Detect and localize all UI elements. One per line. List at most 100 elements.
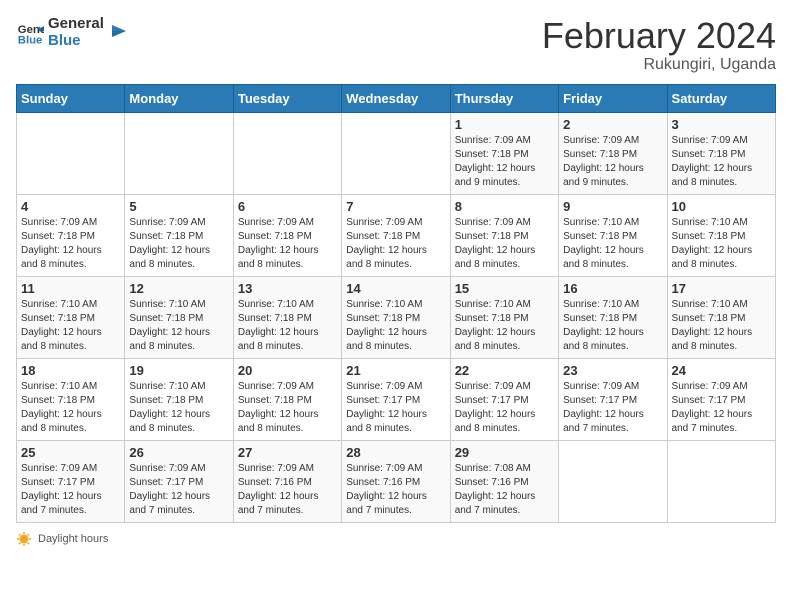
calendar-cell: 12 Sunrise: 7:10 AM Sunset: 7:18 PM Dayli… (125, 276, 233, 358)
day-info: Sunrise: 7:10 AM Sunset: 7:18 PM Dayligh… (672, 216, 771, 272)
day-number: 3 (672, 117, 771, 132)
calendar-cell: 29 Sunrise: 7:08 AM Sunset: 7:16 PM Dayli… (450, 440, 558, 522)
calendar-cell: 24 Sunrise: 7:09 AM Sunset: 7:17 PM Dayli… (667, 358, 775, 440)
calendar-day-header: Saturday (667, 84, 775, 112)
calendar-cell: 22 Sunrise: 7:09 AM Sunset: 7:17 PM Dayli… (450, 358, 558, 440)
calendar-cell: 28 Sunrise: 7:09 AM Sunset: 7:16 PM Dayli… (342, 440, 450, 522)
subtitle: Rukungiri, Uganda (542, 56, 776, 74)
day-info: Sunrise: 7:10 AM Sunset: 7:18 PM Dayligh… (238, 298, 337, 354)
calendar-week-row: 25 Sunrise: 7:09 AM Sunset: 7:17 PM Dayli… (17, 440, 776, 522)
day-number: 9 (563, 199, 662, 214)
day-info: Sunrise: 7:09 AM Sunset: 7:17 PM Dayligh… (21, 462, 120, 518)
calendar-cell: 4Sunrise: 7:09 AM Sunset: 7:18 PM Daylig… (17, 194, 125, 276)
calendar-cell: 3 Sunrise: 7:09 AM Sunset: 7:18 PM Daylig… (667, 112, 775, 194)
day-info: Sunrise: 7:10 AM Sunset: 7:18 PM Dayligh… (346, 298, 445, 354)
day-number: 23 (563, 363, 662, 378)
calendar-cell (125, 112, 233, 194)
svg-text:Blue: Blue (18, 34, 43, 46)
day-info: Sunrise: 7:09 AM Sunset: 7:16 PM Dayligh… (238, 462, 337, 518)
day-number: 1 (455, 117, 554, 132)
day-info: Sunrise: 7:09 AM Sunset: 7:17 PM Dayligh… (672, 380, 771, 436)
calendar-cell: 5 Sunrise: 7:09 AM Sunset: 7:18 PM Daylig… (125, 194, 233, 276)
day-info: Sunrise: 7:10 AM Sunset: 7:18 PM Dayligh… (672, 298, 771, 354)
calendar-cell: 9 Sunrise: 7:10 AM Sunset: 7:18 PM Daylig… (559, 194, 667, 276)
day-number: 2 (563, 117, 662, 132)
page-header: General Blue General Blue February 2024 … (16, 16, 776, 74)
day-number: 20 (238, 363, 337, 378)
calendar-cell: 10Sunrise: 7:10 AM Sunset: 7:18 PM Dayli… (667, 194, 775, 276)
title-block: February 2024 Rukungiri, Uganda (542, 16, 776, 74)
calendar-cell: 1 Sunrise: 7:09 AM Sunset: 7:18 PM Daylig… (450, 112, 558, 194)
main-title: February 2024 (542, 16, 776, 56)
day-info: Sunrise: 7:09 AM Sunset: 7:18 PM Dayligh… (21, 216, 120, 272)
sun-icon (16, 531, 32, 547)
calendar-cell: 7Sunrise: 7:09 AM Sunset: 7:18 PM Daylig… (342, 194, 450, 276)
day-number: 22 (455, 363, 554, 378)
day-number: 16 (563, 281, 662, 296)
calendar-cell: 18Sunrise: 7:10 AM Sunset: 7:18 PM Dayli… (17, 358, 125, 440)
logo-general: General (48, 16, 104, 33)
day-number: 5 (129, 199, 228, 214)
day-number: 14 (346, 281, 445, 296)
day-number: 25 (21, 445, 120, 460)
logo-icon: General Blue (16, 19, 44, 47)
day-info: Sunrise: 7:09 AM Sunset: 7:17 PM Dayligh… (346, 380, 445, 436)
calendar-day-header: Sunday (17, 84, 125, 112)
day-info: Sunrise: 7:09 AM Sunset: 7:18 PM Dayligh… (672, 134, 771, 190)
day-number: 26 (129, 445, 228, 460)
calendar-cell: 2Sunrise: 7:09 AM Sunset: 7:18 PM Daylig… (559, 112, 667, 194)
day-number: 11 (21, 281, 120, 296)
day-number: 19 (129, 363, 228, 378)
day-number: 27 (238, 445, 337, 460)
day-info: Sunrise: 7:09 AM Sunset: 7:18 PM Dayligh… (238, 380, 337, 436)
day-info: Sunrise: 7:09 AM Sunset: 7:18 PM Dayligh… (455, 134, 554, 190)
day-number: 24 (672, 363, 771, 378)
calendar-cell (342, 112, 450, 194)
day-number: 17 (672, 281, 771, 296)
calendar-day-header: Thursday (450, 84, 558, 112)
calendar-cell: 25 Sunrise: 7:09 AM Sunset: 7:17 PM Dayli… (17, 440, 125, 522)
calendar-cell (233, 112, 341, 194)
day-info: Sunrise: 7:10 AM Sunset: 7:18 PM Dayligh… (563, 216, 662, 272)
day-info: Sunrise: 7:08 AM Sunset: 7:16 PM Dayligh… (455, 462, 554, 518)
calendar-header-row: SundayMondayTuesdayWednesdayThursdayFrid… (17, 84, 776, 112)
logo-blue: Blue (48, 33, 104, 50)
calendar-cell: 20 Sunrise: 7:09 AM Sunset: 7:18 PM Dayli… (233, 358, 341, 440)
day-info: Sunrise: 7:09 AM Sunset: 7:17 PM Dayligh… (455, 380, 554, 436)
day-info: Sunrise: 7:09 AM Sunset: 7:16 PM Dayligh… (346, 462, 445, 518)
day-number: 15 (455, 281, 554, 296)
day-info: Sunrise: 7:09 AM Sunset: 7:18 PM Dayligh… (129, 216, 228, 272)
day-info: Sunrise: 7:09 AM Sunset: 7:17 PM Dayligh… (563, 380, 662, 436)
calendar-cell: 27 Sunrise: 7:09 AM Sunset: 7:16 PM Dayli… (233, 440, 341, 522)
calendar-day-header: Monday (125, 84, 233, 112)
calendar-week-row: 18Sunrise: 7:10 AM Sunset: 7:18 PM Dayli… (17, 358, 776, 440)
day-number: 6 (238, 199, 337, 214)
calendar-cell (667, 440, 775, 522)
day-number: 13 (238, 281, 337, 296)
day-info: Sunrise: 7:10 AM Sunset: 7:18 PM Dayligh… (129, 298, 228, 354)
calendar-cell: 13 Sunrise: 7:10 AM Sunset: 7:18 PM Dayli… (233, 276, 341, 358)
day-number: 21 (346, 363, 445, 378)
calendar-cell: 15Sunrise: 7:10 AM Sunset: 7:18 PM Dayli… (450, 276, 558, 358)
day-info: Sunrise: 7:10 AM Sunset: 7:18 PM Dayligh… (21, 380, 120, 436)
logo-flag-icon (108, 23, 128, 43)
calendar-cell: 6Sunrise: 7:09 AM Sunset: 7:18 PM Daylig… (233, 194, 341, 276)
calendar-cell: 14 Sunrise: 7:10 AM Sunset: 7:18 PM Dayli… (342, 276, 450, 358)
daylight-label: Daylight hours (38, 533, 108, 545)
day-number: 29 (455, 445, 554, 460)
day-info: Sunrise: 7:10 AM Sunset: 7:18 PM Dayligh… (129, 380, 228, 436)
day-number: 12 (129, 281, 228, 296)
day-info: Sunrise: 7:10 AM Sunset: 7:18 PM Dayligh… (21, 298, 120, 354)
calendar-day-header: Tuesday (233, 84, 341, 112)
day-info: Sunrise: 7:09 AM Sunset: 7:18 PM Dayligh… (455, 216, 554, 272)
footer-daylight: Daylight hours (16, 531, 108, 547)
calendar-cell: 17 Sunrise: 7:10 AM Sunset: 7:18 PM Dayli… (667, 276, 775, 358)
day-number: 28 (346, 445, 445, 460)
footer: Daylight hours (16, 531, 776, 547)
logo: General Blue General Blue (16, 16, 128, 49)
day-info: Sunrise: 7:10 AM Sunset: 7:18 PM Dayligh… (563, 298, 662, 354)
calendar-body: 1 Sunrise: 7:09 AM Sunset: 7:18 PM Daylig… (17, 112, 776, 522)
calendar-day-header: Wednesday (342, 84, 450, 112)
calendar-day-header: Friday (559, 84, 667, 112)
calendar-week-row: 11 Sunrise: 7:10 AM Sunset: 7:18 PM Dayli… (17, 276, 776, 358)
